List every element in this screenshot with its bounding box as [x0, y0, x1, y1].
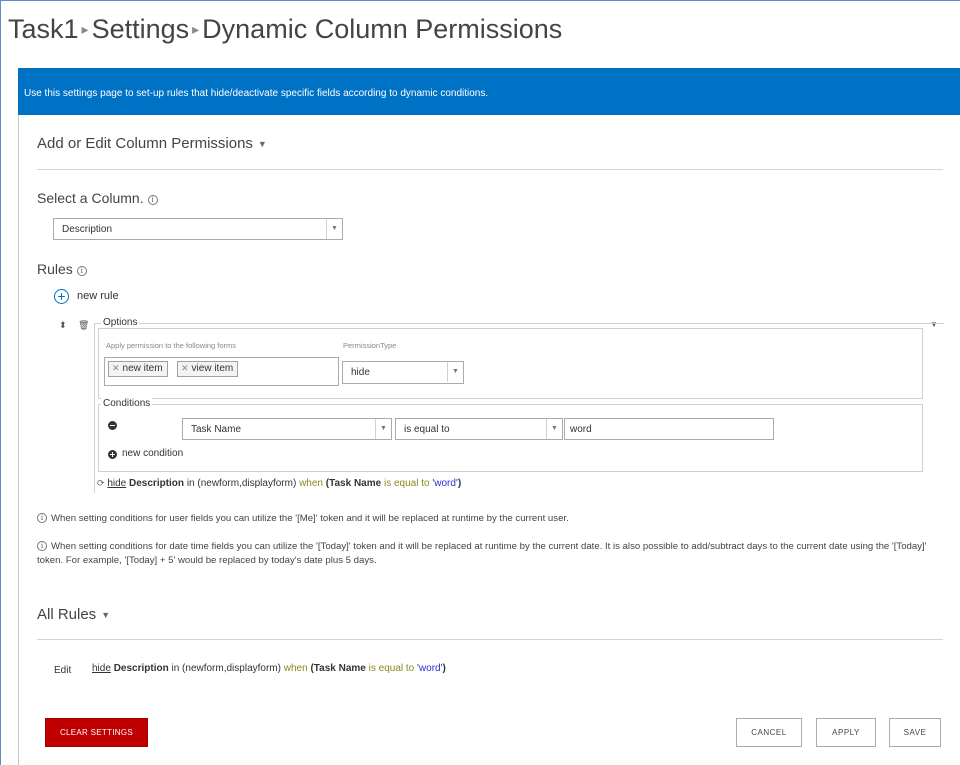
clear-settings-button[interactable]: CLEAR SETTINGS: [45, 718, 148, 747]
rule-when: when: [299, 478, 323, 489]
apply-button[interactable]: APPLY: [816, 718, 876, 747]
breadcrumb-item-task1[interactable]: Task1: [8, 14, 79, 45]
all-rules-summary: hide Description in (newform,displayform…: [92, 663, 446, 674]
condition-field-value: Task Name: [191, 424, 242, 435]
select-column-text: Select a Column.: [37, 190, 144, 206]
column-select-value: Description: [62, 224, 113, 235]
note-date-fields: i When setting conditions for date time f…: [37, 540, 942, 568]
column-select[interactable]: Description ▼: [53, 218, 343, 240]
info-icon: i: [37, 513, 47, 523]
rule-action[interactable]: hide: [107, 478, 126, 489]
rule-close-paren: ): [442, 663, 446, 674]
rule-when: when: [283, 663, 308, 674]
edit-rule-link[interactable]: Edit: [54, 665, 71, 676]
add-edit-heading: Add or Edit Column Permissions: [37, 135, 253, 152]
rule-column: Description: [113, 663, 169, 674]
rule-field: Task Name: [313, 663, 366, 674]
all-rules-section-header[interactable]: All Rules ▼: [37, 606, 110, 623]
breadcrumb-separator-icon: ▸: [81, 21, 89, 37]
rule-operator: is equal to: [368, 663, 415, 674]
rule-forms: in (newform,displayform): [186, 478, 297, 489]
banner-text: Use this settings page to set-up rules t…: [24, 88, 489, 99]
rule-value: 'word': [417, 663, 443, 674]
cancel-button[interactable]: CANCEL: [736, 718, 802, 747]
conditions-legend: Conditions: [101, 398, 153, 409]
condition-operator-select[interactable]: is equal to ▼: [395, 418, 563, 440]
permission-type-value: hide: [351, 367, 370, 378]
note-user-fields: i When setting conditions for user fields…: [37, 512, 942, 526]
form-tag-view-item: ✕ view item: [177, 361, 239, 377]
info-banner: Use this settings page to set-up rules t…: [18, 68, 960, 115]
info-icon[interactable]: i: [76, 266, 87, 276]
rule-close-paren: ): [457, 478, 462, 489]
all-rules-heading: All Rules: [37, 606, 97, 623]
save-button[interactable]: SAVE: [889, 718, 941, 747]
select-column-label: Select a Column. i: [37, 190, 158, 206]
chevron-down-icon: ▼: [447, 362, 463, 382]
info-icon: i: [37, 541, 47, 551]
rule-summary: ⟳ hide Description in (newform,displayfo…: [97, 478, 461, 489]
rule-field: Task Name: [329, 478, 382, 489]
remove-tag-icon[interactable]: ✕: [181, 363, 189, 373]
form-tag-label: view item: [191, 363, 234, 374]
add-condition-icon[interactable]: [108, 450, 117, 459]
rule-value: 'word': [432, 478, 458, 489]
new-condition-link[interactable]: new condition: [122, 448, 183, 459]
rule-column: Description: [129, 478, 185, 489]
add-edit-section-header[interactable]: Add or Edit Column Permissions ▼: [37, 135, 267, 152]
form-tag-new-item: ✕ new item: [108, 361, 168, 377]
rules-text: Rules: [37, 261, 73, 277]
caret-down-icon: ▼: [257, 139, 267, 149]
divider: [37, 169, 943, 170]
chevron-down-icon: ▼: [546, 419, 562, 439]
breadcrumb-item-settings[interactable]: Settings: [92, 14, 190, 45]
chevron-down-icon: ▼: [326, 219, 342, 239]
breadcrumb-item-current: Dynamic Column Permissions: [202, 14, 563, 44]
permission-type-label: PermissionType: [343, 341, 397, 350]
refresh-icon[interactable]: ⟳: [97, 478, 105, 488]
rules-label: Rules i: [37, 261, 87, 277]
forms-label: Apply permission to the following forms: [106, 341, 237, 350]
new-rule-link[interactable]: new rule: [77, 290, 119, 302]
condition-operator-value: is equal to: [404, 424, 450, 435]
form-tag-label: new item: [122, 363, 163, 374]
drag-handle-icon[interactable]: ⬍: [59, 320, 67, 331]
chevron-down-icon: ▼: [375, 419, 391, 439]
condition-field-select[interactable]: Task Name ▼: [182, 418, 392, 440]
note-user-fields-text: When setting conditions for user fields …: [51, 513, 569, 524]
caret-down-icon: ▼: [101, 610, 111, 620]
trash-icon[interactable]: 🗑: [78, 320, 89, 331]
page-title: Task1 ▸ Settings ▸ Dynamic Column Permis…: [8, 14, 562, 45]
rule-operator: is equal to: [383, 478, 430, 489]
rule-forms: in (newform,displayform): [171, 663, 281, 674]
remove-tag-icon[interactable]: ✕: [112, 363, 120, 373]
rule-action: hide: [92, 663, 111, 674]
permission-type-select[interactable]: hide ▼: [342, 361, 464, 384]
add-circle-icon[interactable]: +: [54, 289, 69, 304]
divider: [37, 639, 943, 640]
remove-condition-icon[interactable]: [108, 421, 117, 430]
condition-value-input[interactable]: word: [564, 418, 774, 440]
note-date-fields-text: When setting conditions for date time fi…: [37, 541, 927, 566]
options-legend: Options: [101, 317, 140, 328]
breadcrumb-separator-icon: ▸: [192, 21, 200, 37]
info-icon[interactable]: i: [147, 195, 158, 205]
